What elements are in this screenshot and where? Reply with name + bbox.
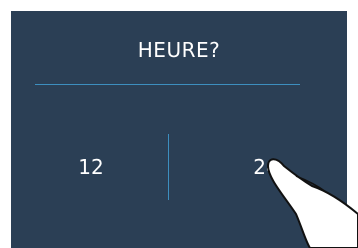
title-divider <box>35 84 300 85</box>
option-12-hour[interactable]: 12 <box>46 149 136 185</box>
options-divider <box>168 134 169 200</box>
option-24-hour[interactable]: 24 <box>221 149 311 185</box>
screen-title: HEURE? <box>137 38 221 62</box>
display-screen: HEURE? 12 24 <box>11 11 347 248</box>
